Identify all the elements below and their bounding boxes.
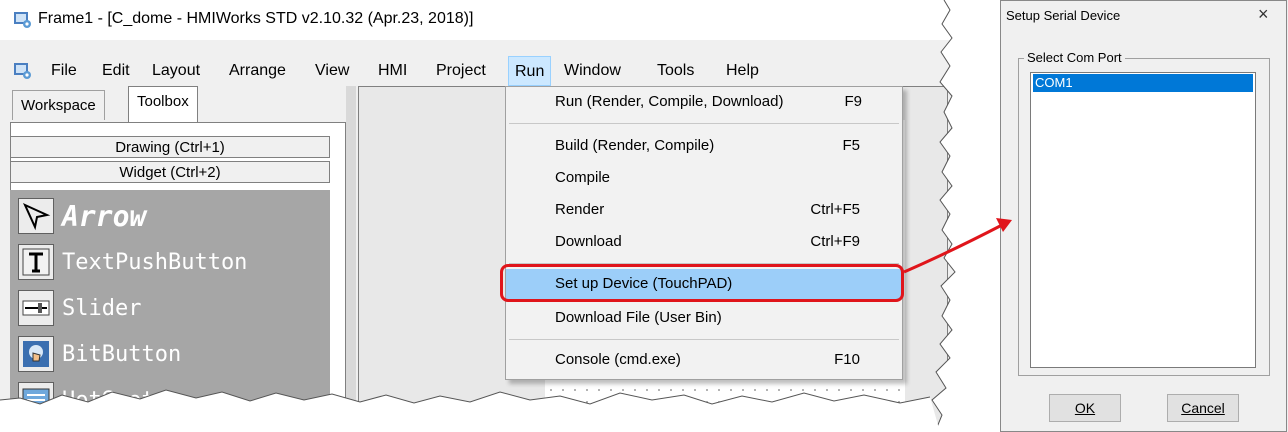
ok-button[interactable]: OK bbox=[1049, 394, 1121, 422]
menu-item-label: Download bbox=[555, 233, 622, 250]
menu-item-shortcut: F5 bbox=[842, 137, 860, 154]
ok-button-label: OK bbox=[1074, 400, 1096, 416]
menu-item-run[interactable]: Run (Render, Compile, Download) F9 bbox=[506, 87, 902, 117]
menu-item-label: Compile bbox=[555, 169, 611, 186]
app-menu-icon[interactable] bbox=[14, 63, 32, 79]
menu-hmi[interactable]: HMI bbox=[372, 56, 413, 86]
hmiworks-window: Frame1 - [C_dome - HMIWorks STD v2.10.32… bbox=[0, 0, 970, 432]
toolbox-item-bitbutton[interactable]: BitButton bbox=[18, 332, 181, 376]
menu-edit[interactable]: Edit bbox=[96, 56, 136, 86]
menu-separator bbox=[509, 339, 899, 340]
menu-window[interactable]: Window bbox=[558, 56, 627, 86]
toolbox-item-label: TextPushButton bbox=[62, 249, 248, 275]
run-menu-dropdown: Run (Render, Compile, Download) F9 Build… bbox=[505, 86, 903, 380]
menu-view[interactable]: View bbox=[309, 56, 355, 86]
menu-item-compile[interactable]: Compile bbox=[506, 163, 902, 193]
slider-icon bbox=[18, 290, 54, 326]
cancel-button[interactable]: Cancel bbox=[1167, 394, 1239, 422]
arrow-icon bbox=[18, 198, 54, 234]
menu-item-shortcut: Ctrl+F9 bbox=[810, 233, 860, 250]
com-port-list[interactable]: COM1 bbox=[1030, 72, 1256, 368]
app-icon bbox=[14, 12, 31, 28]
cancel-button-label: Cancel bbox=[1181, 400, 1225, 416]
menu-layout[interactable]: Layout bbox=[146, 56, 206, 86]
menu-arrange[interactable]: Arrange bbox=[223, 56, 292, 86]
menu-item-shortcut: F9 bbox=[844, 93, 862, 110]
title-bar: Frame1 - [C_dome - HMIWorks STD v2.10.32… bbox=[0, 0, 970, 40]
menu-item-shortcut: F10 bbox=[834, 351, 860, 368]
setup-serial-device-dialog: Setup Serial Device × Select Com Port CO… bbox=[1000, 0, 1288, 432]
close-icon[interactable]: × bbox=[1258, 4, 1269, 25]
highlight-box bbox=[500, 264, 904, 302]
tab-workspace[interactable]: Workspace bbox=[12, 90, 105, 120]
panel-splitter[interactable] bbox=[346, 86, 356, 432]
menu-help[interactable]: Help bbox=[720, 56, 765, 86]
toolbox-item-slider[interactable]: Slider bbox=[18, 286, 141, 330]
menu-bar: File Edit Layout Arrange View HMI Projec… bbox=[0, 56, 970, 88]
menu-item-shortcut: Ctrl+F5 bbox=[810, 201, 860, 218]
menu-item-console[interactable]: Console (cmd.exe) F10 bbox=[506, 345, 902, 375]
toolbox-item-label: HotSpot bbox=[62, 387, 155, 413]
toolbox-item-arrow[interactable]: Arrow bbox=[18, 194, 146, 238]
menu-separator bbox=[509, 123, 899, 124]
menu-item-label: Download File (User Bin) bbox=[555, 309, 722, 326]
menu-file[interactable]: File bbox=[45, 56, 83, 86]
com-port-group-label: Select Com Port bbox=[1024, 50, 1125, 65]
menu-item-download[interactable]: Download Ctrl+F9 bbox=[506, 227, 902, 257]
drawing-group-header[interactable]: Drawing (Ctrl+1) bbox=[10, 136, 330, 158]
bitbutton-icon bbox=[18, 336, 54, 372]
menu-run[interactable]: Run bbox=[508, 56, 552, 86]
toolbox-item-hotspot[interactable]: HotSpot bbox=[18, 378, 155, 422]
menu-item-label: Render bbox=[555, 201, 605, 218]
text-button-icon bbox=[18, 244, 54, 280]
tab-toolbox[interactable]: Toolbox bbox=[128, 86, 198, 122]
menu-tools[interactable]: Tools bbox=[651, 56, 700, 86]
toolbox-item-label: Arrow bbox=[62, 199, 147, 233]
toolbox-item-label: Slider bbox=[62, 295, 142, 321]
hotspot-icon bbox=[18, 382, 54, 418]
menu-item-label: Console (cmd.exe) bbox=[555, 351, 681, 368]
com-port-item[interactable]: COM1 bbox=[1033, 74, 1253, 92]
widget-list: Arrow TextPushButton Slider BitButton Ho… bbox=[10, 190, 330, 432]
menu-project[interactable]: Project bbox=[430, 56, 492, 86]
dialog-title: Setup Serial Device bbox=[1006, 8, 1121, 23]
menu-item-label: Build (Render, Compile) bbox=[555, 137, 715, 154]
menu-item-build[interactable]: Build (Render, Compile) F5 bbox=[506, 131, 902, 161]
window-title: Frame1 - [C_dome - HMIWorks STD v2.10.32… bbox=[38, 10, 474, 27]
menu-item-label: Run (Render, Compile, Download) bbox=[555, 93, 784, 110]
widget-group-header[interactable]: Widget (Ctrl+2) bbox=[10, 161, 330, 183]
toolbox-item-textpushbutton[interactable]: TextPushButton bbox=[18, 240, 247, 284]
menu-item-download-file[interactable]: Download File (User Bin) bbox=[506, 303, 902, 333]
toolbox-item-label: BitButton bbox=[62, 341, 182, 367]
menu-item-render[interactable]: Render Ctrl+F5 bbox=[506, 195, 902, 225]
